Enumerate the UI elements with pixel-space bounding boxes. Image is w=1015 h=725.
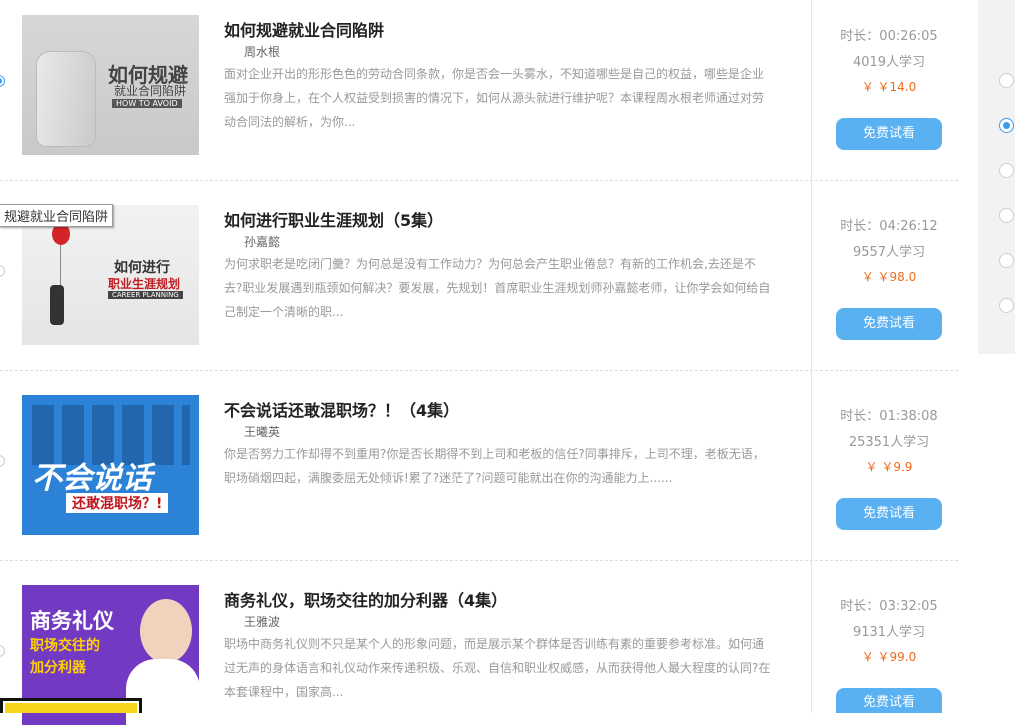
course-thumbnail[interactable]: 不会说话 还敢混职场？! [22,395,199,535]
free-trial-button[interactable]: 免费试看 [836,308,942,340]
course-learners: 9557人学习 [852,245,926,260]
course-learners: 4019人学习 [852,55,926,70]
thumb-line2: 职业生涯规划 [108,277,181,291]
course-duration: 时长：00:26:05 [840,29,938,44]
title-tooltip: 规避就业合同陷阱 [0,204,114,227]
thumb-line2: 就业合同陷阱 [114,84,187,98]
course-duration: 时长：01:38:08 [840,409,938,424]
bottom-widget[interactable] [0,698,142,713]
course-author: 周水根 [244,45,281,59]
jar-icon [36,51,96,147]
slide-indicator[interactable] [0,455,5,467]
filter-radio[interactable] [999,208,1014,223]
course-price: ￥ ￥98.0 [861,270,917,284]
thumb-line2: 还敢混职场？! [66,493,169,513]
presenter-face [140,599,192,663]
course-divider [0,180,958,181]
thumb-line1: 如何进行 [114,260,170,276]
slide-indicator[interactable] [0,265,5,277]
filter-radio[interactable] [999,298,1014,313]
course-divider [0,370,958,371]
presenter-body [126,659,199,725]
course-price: ￥ ￥14.0 [861,80,917,94]
course-learners: 25351人学习 [848,435,930,450]
course-learners: 9131人学习 [852,625,926,640]
course-price: ￥ ￥99.0 [861,650,917,664]
course-duration: 时长：04:26:12 [840,219,938,234]
free-trial-button[interactable]: 免费试看 [836,498,942,530]
thumb-line1: 不会说话 [32,461,152,496]
person-figure [50,285,64,325]
course-thumbnail[interactable]: 如何规避 就业合同陷阱 HOW TO AVOID [22,15,199,155]
filter-radio[interactable] [999,253,1014,268]
course-divider [0,560,958,561]
filter-radio[interactable] [999,73,1014,88]
course-description: 职场中商务礼仪则不只是某个人的形象问题，而是展示某个群体是否训练有素的重要参考标… [224,637,771,699]
course-title[interactable]: 如何进行职业生涯规划（5集） [224,207,443,231]
course-author: 王曦英 [244,425,281,439]
free-trial-button[interactable]: 免费试看 [836,688,942,713]
filter-radio-selected[interactable] [999,118,1014,133]
course-author: 孙嘉懿 [244,235,281,249]
thumb-line3: HOW TO AVOID [112,99,182,108]
course-price: ￥ ￥9.9 [865,460,913,474]
slide-indicator[interactable] [0,75,5,87]
free-trial-button[interactable]: 免费试看 [836,118,942,150]
course-duration: 时长：03:32:05 [840,599,938,614]
course-description: 面对企业开出的形形色色的劳动合同条款，你是否会一头雾水，不知道哪些是自己的权益，… [224,67,765,129]
course-description: 你是否努力工作却得不到重用?你是否长期得不到上司和老板的信任?同事排斥，上司不理… [224,447,765,485]
course-title[interactable]: 不会说话还敢混职场？！（4集） [224,397,459,421]
course-author: 王雅波 [244,615,281,629]
course-title[interactable]: 商务礼仪，职场交往的加分利器（4集） [224,587,507,611]
course-title[interactable]: 如何规避就业合同陷阱 [224,17,384,41]
thumb-line3: 加分利器 [30,660,86,676]
slide-indicator[interactable] [0,645,5,657]
thumb-line2: 职场交往的 [30,638,100,654]
thumb-line1: 商务礼仪 [30,609,114,633]
thumb-line3: CAREER PLANNING [108,291,183,299]
filter-radio[interactable] [999,163,1014,178]
course-description: 为何求职老是吃闭门羹？为何总是没有工作动力？为何总会产生职业倦怠？有新的工作机会… [224,257,771,319]
